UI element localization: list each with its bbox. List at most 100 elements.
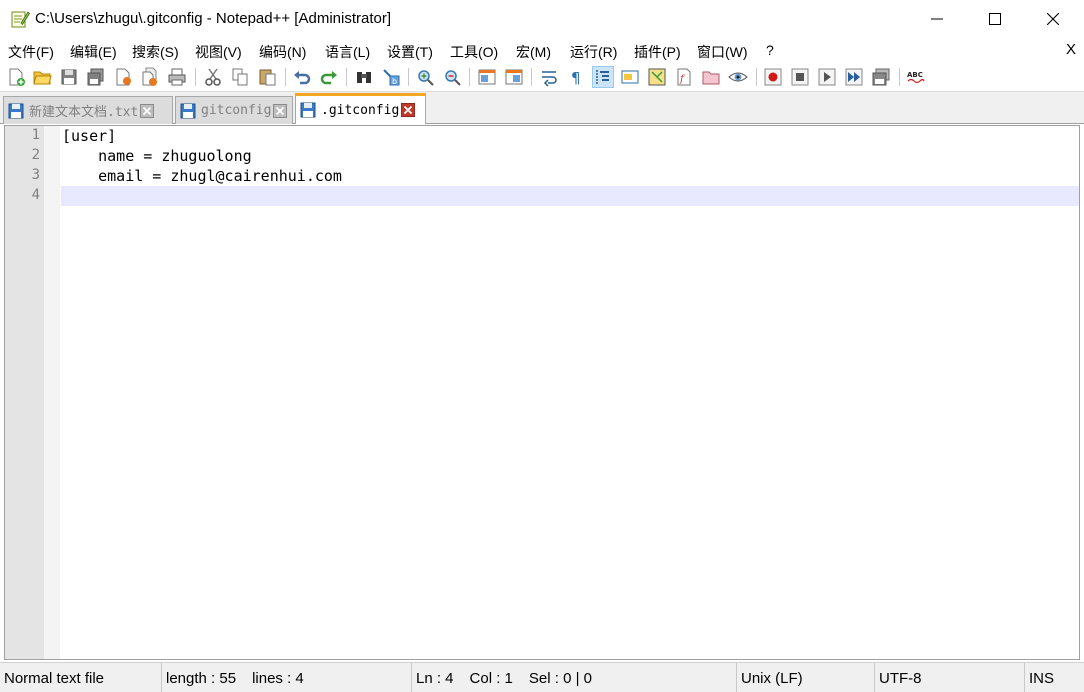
status-cursor: Ln : 4 Col : 1 Sel : 0 | 0 <box>412 663 737 692</box>
copy-button[interactable] <box>230 67 250 87</box>
record-icon <box>764 68 782 86</box>
file-type-text: Normal text file <box>4 669 105 687</box>
menu-settings[interactable]: 设置(T) <box>387 42 433 62</box>
macro-run-multiple-button[interactable] <box>844 67 864 87</box>
minimize-icon <box>931 18 943 20</box>
document-map-icon <box>648 68 666 86</box>
svg-text:ABC: ABC <box>907 71 923 79</box>
window-title: C:\Users\zhugu\.gitconfig - Notepad++ [A… <box>35 10 392 27</box>
ln-text: Ln : 4 <box>416 669 454 687</box>
code-line[interactable]: name = zhuguolong <box>62 147 252 165</box>
sync-vertical-icon <box>478 69 496 85</box>
tab-gitconfig[interactable]: gitconfig <box>175 96 293 124</box>
menu-plugins[interactable]: 插件(P) <box>634 42 681 62</box>
show-all-chars-button[interactable]: ¶ <box>566 67 586 87</box>
zoom-in-button[interactable] <box>415 67 435 87</box>
macro-record-button[interactable] <box>763 67 783 87</box>
close-file-button[interactable] <box>113 67 133 87</box>
sync-horizontal-button[interactable] <box>504 67 524 87</box>
menu-edit[interactable]: 编辑(E) <box>70 42 117 62</box>
save-all-icon <box>87 68 104 86</box>
binoculars-icon <box>357 72 371 83</box>
toolbar-separator <box>531 68 532 86</box>
status-insert-mode[interactable]: INS <box>1025 663 1084 692</box>
menu-help[interactable]: ? <box>766 42 774 58</box>
tab-close-icon[interactable] <box>140 103 155 118</box>
status-eol[interactable]: Unix (LF) <box>737 663 875 692</box>
folder-workspace-button[interactable] <box>701 67 721 87</box>
saved-file-icon <box>180 103 196 118</box>
editor-area[interactable]: 1 2 3 4 [user] name = zhuguolong email =… <box>4 125 1080 660</box>
macro-save-button[interactable] <box>871 67 891 87</box>
monitoring-button[interactable] <box>728 67 748 87</box>
code-line[interactable]: email = zhugl@cairenhui.com <box>62 167 342 185</box>
toolbar-separator <box>899 68 900 86</box>
spell-check-button[interactable]: ABC <box>906 67 926 87</box>
find-button[interactable] <box>354 67 374 87</box>
print-icon <box>168 68 186 86</box>
title-bar: C:\Users\zhugu\.gitconfig - Notepad++ [A… <box>0 0 1084 38</box>
status-encoding[interactable]: UTF-8 <box>875 663 1025 692</box>
eye-icon <box>728 72 748 82</box>
doc-map-button[interactable] <box>647 67 667 87</box>
col-text: Col : 1 <box>469 669 513 687</box>
open-file-button[interactable] <box>32 67 52 87</box>
scissors-icon <box>205 68 221 86</box>
sync-vertical-button[interactable] <box>477 67 497 87</box>
line-number: 3 <box>31 167 40 183</box>
menu-file[interactable]: 文件(F) <box>8 42 54 62</box>
word-wrap-button[interactable] <box>539 67 559 87</box>
close-all-icon <box>142 67 157 86</box>
tab-close-icon[interactable] <box>401 103 416 117</box>
macro-stop-button[interactable] <box>790 67 810 87</box>
insert-mode-text: INS <box>1029 669 1055 687</box>
undo-button[interactable] <box>292 67 312 87</box>
redo-icon <box>320 71 337 85</box>
print-button[interactable] <box>167 67 187 87</box>
line-number: 4 <box>31 187 40 203</box>
function-list-button[interactable]: f <box>674 67 694 87</box>
maximize-button[interactable] <box>966 0 1024 38</box>
menu-view[interactable]: 视图(V) <box>195 42 242 62</box>
tab-new-text-document[interactable]: 新建文本文档.txt <box>3 96 173 124</box>
toolbar-separator <box>756 68 757 86</box>
menu-run[interactable]: 运行(R) <box>570 42 617 62</box>
menu-tools[interactable]: 工具(O) <box>450 42 498 62</box>
tab-dot-gitconfig[interactable]: .gitconfig <box>295 93 426 124</box>
menu-macro[interactable]: 宏(M) <box>516 42 551 62</box>
close-window-button[interactable] <box>1024 0 1082 38</box>
tab-label: .gitconfig <box>321 102 400 118</box>
paste-button[interactable] <box>257 67 277 87</box>
udl-button[interactable] <box>620 67 640 87</box>
indent-guide-button[interactable] <box>592 66 614 88</box>
menu-search[interactable]: 搜索(S) <box>132 42 179 62</box>
save-button[interactable] <box>59 67 79 87</box>
language-define-icon <box>621 70 639 84</box>
fold-margin[interactable] <box>44 126 60 659</box>
close-all-button[interactable] <box>140 67 160 87</box>
sel-text: Sel : 0 | 0 <box>528 669 592 687</box>
zoom-out-icon <box>445 70 461 86</box>
menu-language[interactable]: 语言(L) <box>325 42 370 62</box>
code-line[interactable]: [user] <box>62 127 116 145</box>
replace-button[interactable]: b <box>381 67 401 87</box>
tab-close-icon[interactable] <box>273 103 288 118</box>
close-file-icon <box>116 68 131 86</box>
macro-play-button[interactable] <box>817 67 837 87</box>
save-all-button[interactable] <box>86 67 106 87</box>
menu-bar: 文件(F) 编辑(E) 搜索(S) 视图(V) 编码(N) 语言(L) 设置(T… <box>0 38 1084 62</box>
minimize-button[interactable] <box>908 0 966 38</box>
saved-file-icon <box>8 103 24 118</box>
close-icon <box>1047 13 1059 25</box>
eol-text: Unix (LF) <box>741 669 803 687</box>
menu-encoding[interactable]: 编码(N) <box>259 42 306 62</box>
cut-button[interactable] <box>203 67 223 87</box>
close-document-button[interactable]: X <box>1066 41 1076 58</box>
menu-window[interactable]: 窗口(W) <box>697 42 748 62</box>
tab-label: gitconfig <box>201 103 272 118</box>
new-file-button[interactable] <box>6 67 26 87</box>
zoom-out-button[interactable] <box>442 67 462 87</box>
new-file-icon <box>9 68 25 86</box>
redo-button[interactable] <box>319 67 339 87</box>
status-bar: Normal text file length : 55 lines : 4 L… <box>0 662 1084 692</box>
